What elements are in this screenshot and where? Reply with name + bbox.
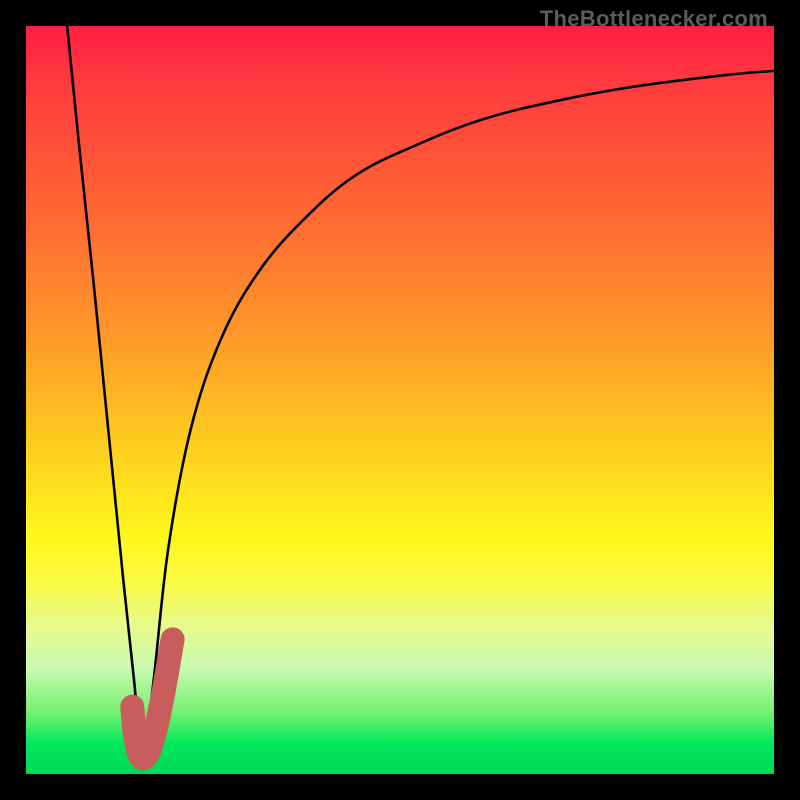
chart-frame: TheBottlenecker.com (0, 0, 800, 800)
j-marker (132, 639, 172, 758)
chart-overlay (26, 26, 774, 774)
credit-label: TheBottlenecker.com (540, 6, 768, 32)
